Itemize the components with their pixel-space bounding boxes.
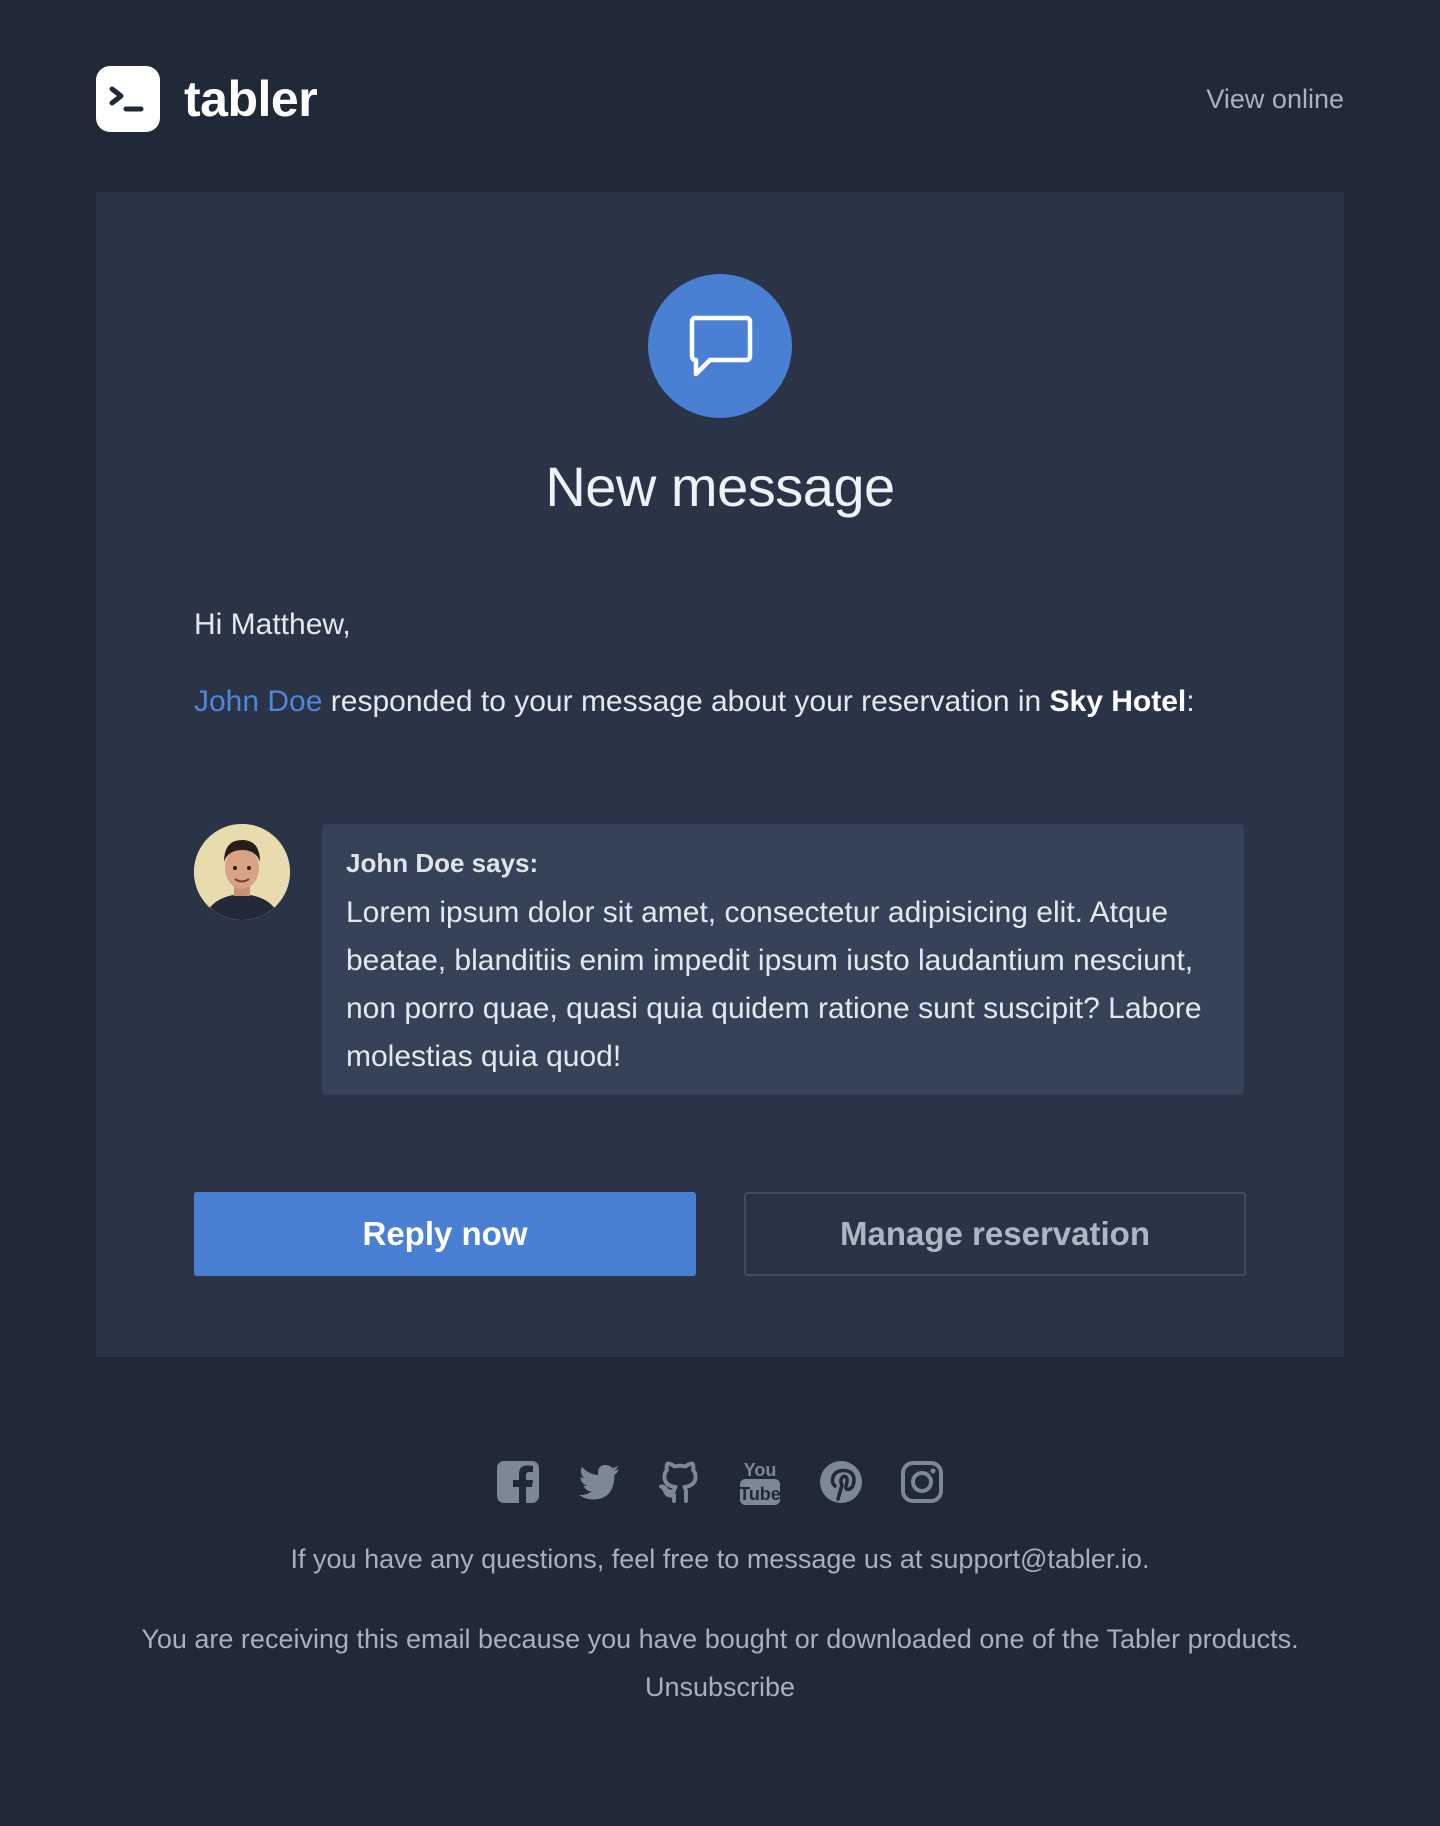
youtube-icon[interactable]: You Tube bbox=[738, 1459, 782, 1505]
hotel-name: Sky Hotel bbox=[1049, 685, 1187, 718]
message-card: New message Hi Matthew, John Doe respond… bbox=[96, 192, 1344, 1357]
github-icon[interactable] bbox=[658, 1459, 702, 1505]
facebook-icon[interactable] bbox=[496, 1459, 540, 1505]
brand-name: tabler bbox=[184, 71, 318, 127]
message-icon bbox=[648, 274, 792, 418]
view-online-link[interactable]: View online bbox=[1206, 84, 1344, 115]
brand-logo-link[interactable]: tabler bbox=[96, 66, 318, 132]
page-title: New message bbox=[545, 455, 895, 518]
manage-reservation-button[interactable]: Manage reservation bbox=[744, 1192, 1246, 1276]
email-header: tabler View online bbox=[96, 64, 1344, 134]
quote-text: Lorem ipsum dolor sit amet, consectetur … bbox=[346, 896, 1202, 1073]
instagram-icon[interactable] bbox=[900, 1459, 944, 1505]
youtube-you-text: You bbox=[744, 1460, 777, 1480]
greeting-text: Hi Matthew, bbox=[194, 608, 351, 641]
message-quote: John Doe says: Lorem ipsum dolor sit ame… bbox=[322, 824, 1244, 1095]
reply-now-button[interactable]: Reply now bbox=[194, 1192, 696, 1276]
pinterest-icon[interactable] bbox=[819, 1459, 863, 1505]
intro-text-after: : bbox=[1186, 685, 1195, 718]
youtube-tube-text: Tube bbox=[740, 1484, 782, 1504]
unsubscribe-link[interactable]: Unsubscribe bbox=[645, 1672, 795, 1702]
intro-text-before: responded to your message about your res… bbox=[322, 685, 1050, 718]
tabler-logo-icon bbox=[96, 66, 160, 132]
twitter-icon[interactable] bbox=[577, 1459, 621, 1505]
avatar bbox=[194, 824, 290, 920]
footer-questions-text: If you have any questions, feel free to … bbox=[290, 1544, 1150, 1574]
quote-author: John Doe says: bbox=[346, 848, 539, 878]
social-links: You Tube bbox=[496, 1458, 944, 1506]
intro-text: John Doe responded to your message about… bbox=[194, 685, 1254, 719]
unsubscribe-line: Unsubscribe bbox=[0, 1672, 1440, 1703]
author-link[interactable]: John Doe bbox=[194, 685, 322, 718]
footer-receiving-text: You are receiving this email because you… bbox=[141, 1624, 1299, 1654]
